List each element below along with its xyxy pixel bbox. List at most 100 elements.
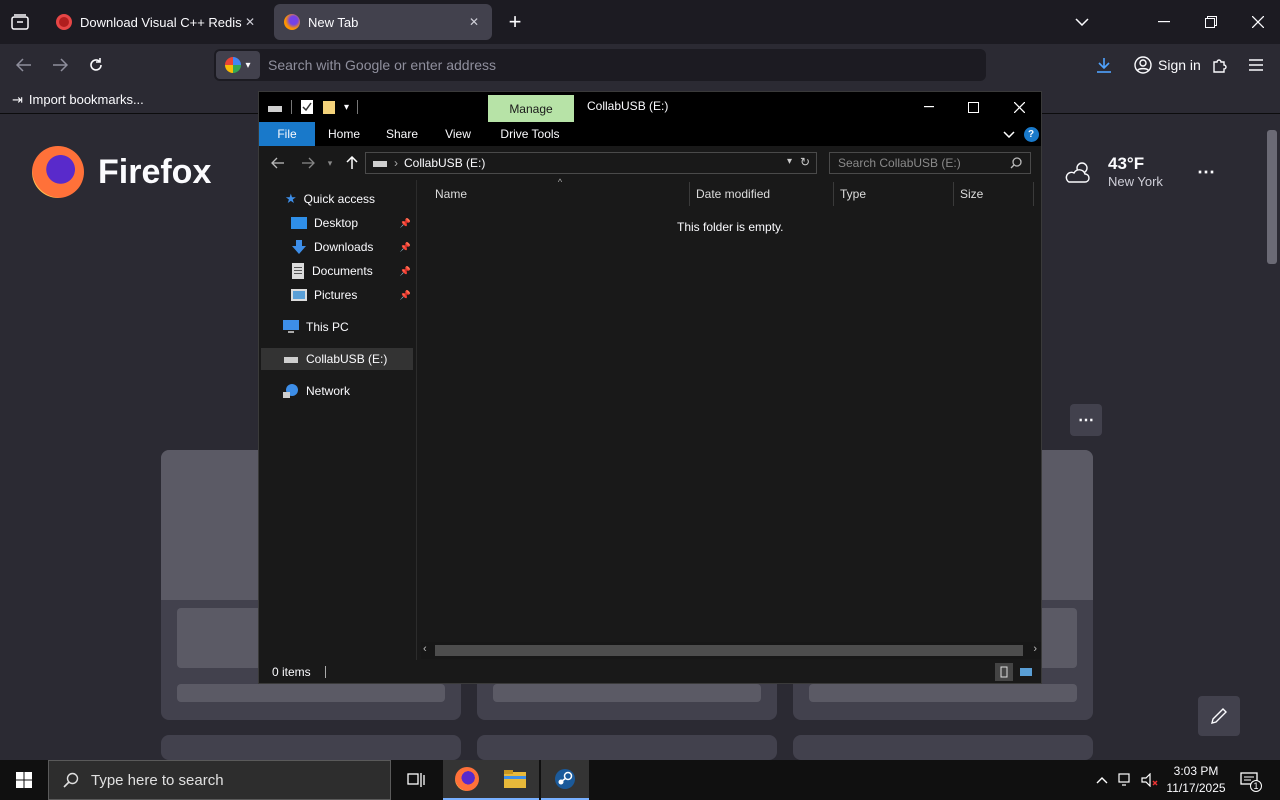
ribbon-tab-home[interactable]: Home	[321, 122, 367, 146]
search-engine-selector[interactable]: ▾	[216, 51, 260, 79]
manage-context-tab[interactable]: Manage	[488, 95, 574, 122]
explorer-search-input[interactable]: Search CollabUSB (E:)	[829, 152, 1031, 174]
taskbar-file-explorer[interactable]	[491, 760, 539, 800]
explorer-maximize-button[interactable]	[959, 96, 987, 118]
back-button[interactable]	[12, 53, 36, 77]
ribbon-tab-view[interactable]: View	[437, 122, 479, 146]
task-view-button[interactable]	[392, 760, 440, 800]
ribbon-tab-drive-tools[interactable]: Drive Tools	[491, 122, 569, 146]
scroll-right-icon[interactable]: ›	[1033, 643, 1037, 655]
clock-time: 3:03 PM	[1173, 764, 1219, 778]
taskbar-steam[interactable]	[541, 760, 589, 800]
customize-button[interactable]	[1198, 696, 1240, 736]
weather-widget[interactable]: 43°F New York	[1064, 154, 1163, 189]
download-folder-icon	[292, 240, 306, 254]
column-header-size[interactable]: Size	[960, 184, 983, 204]
search-icon	[63, 772, 79, 788]
taskbar-firefox[interactable]	[443, 760, 491, 800]
column-header-date-modified[interactable]: Date modified	[696, 184, 770, 204]
taskbar-search-box[interactable]: Type here to search	[48, 760, 391, 800]
horizontal-scrollbar[interactable]: ‹ ›	[421, 642, 1041, 659]
clock[interactable]: 3:03 PM 11/17/2025	[1160, 763, 1232, 797]
address-dropdown-icon[interactable]: ▾	[787, 156, 792, 167]
recent-locations-button[interactable]: ▾	[323, 154, 337, 172]
expand-ribbon-button[interactable]	[1001, 126, 1017, 142]
story-card[interactable]	[161, 735, 461, 760]
close-window-button[interactable]	[1244, 10, 1272, 34]
story-card[interactable]	[793, 735, 1093, 760]
forward-button[interactable]	[48, 53, 72, 77]
weather-menu-button[interactable]: ⋯	[1194, 160, 1218, 184]
pin-icon[interactable]: 📌	[400, 218, 411, 229]
sign-in-button[interactable]: Sign in	[1126, 49, 1209, 81]
large-icons-view-button[interactable]	[1017, 663, 1035, 681]
tab-list-button[interactable]	[8, 10, 32, 34]
explorer-close-button[interactable]	[1005, 96, 1033, 118]
help-button[interactable]: ?	[1023, 126, 1039, 142]
column-header-type[interactable]: Type	[840, 184, 866, 204]
stories-menu-button[interactable]: ⋯	[1070, 404, 1102, 436]
start-button[interactable]	[0, 760, 48, 800]
column-divider[interactable]	[1033, 182, 1034, 206]
nav-desktop[interactable]: Desktop 📌	[291, 212, 415, 234]
column-divider[interactable]	[953, 182, 954, 206]
properties-icon[interactable]	[300, 99, 314, 115]
column-divider[interactable]	[833, 182, 834, 206]
tab-close-icon[interactable]: ✕	[242, 15, 258, 29]
nav-this-pc[interactable]: This PC	[283, 316, 413, 338]
address-toolbar: ▾ › CollabUSB (E:) ▾ ↻ Search CollabUSB …	[259, 146, 1041, 180]
details-view-button[interactable]	[995, 663, 1013, 681]
explorer-minimize-button[interactable]	[915, 96, 943, 118]
pin-icon[interactable]: 📌	[400, 242, 411, 253]
tab-visual-cpp[interactable]: Download Visual C++ Redistrib ✕	[46, 4, 268, 40]
customize-toolbar-icon[interactable]: ▾	[344, 102, 349, 113]
documents-folder-icon	[292, 263, 304, 279]
tab-new-tab[interactable]: New Tab ✕	[274, 4, 492, 40]
up-button[interactable]	[343, 154, 361, 172]
nav-collabusb-drive[interactable]: CollabUSB (E:)	[261, 348, 413, 370]
import-bookmarks-button[interactable]: Import bookmarks...	[29, 92, 144, 107]
app-menu-button[interactable]	[1244, 53, 1268, 77]
network-status-button[interactable]	[1116, 768, 1136, 792]
page-scrollbar[interactable]	[1264, 114, 1280, 760]
pin-icon[interactable]: 📌	[400, 266, 411, 277]
action-center-button[interactable]: 1	[1236, 768, 1262, 792]
volume-button[interactable]	[1140, 768, 1160, 792]
story-card[interactable]	[477, 735, 777, 760]
tab-close-icon[interactable]: ✕	[466, 15, 482, 29]
list-all-tabs-button[interactable]	[1070, 10, 1094, 34]
nav-quick-access[interactable]: ★ Quick access	[285, 188, 413, 210]
nav-pictures[interactable]: Pictures 📌	[291, 284, 415, 306]
scrollbar-thumb[interactable]	[435, 645, 1023, 656]
explorer-forward-button[interactable]	[299, 154, 317, 172]
file-explorer-window[interactable]: ▾ Manage CollabUSB (E:) File Home Share …	[258, 91, 1042, 684]
nav-documents[interactable]: Documents 📌	[291, 260, 415, 282]
extensions-button[interactable]	[1208, 53, 1232, 77]
reload-button[interactable]	[84, 53, 108, 77]
refresh-icon[interactable]: ↻	[800, 155, 810, 169]
restore-button[interactable]	[1197, 10, 1225, 34]
file-list[interactable]: ^ Name Date modified Type Size This fold…	[419, 177, 1041, 642]
scrollbar-thumb[interactable]	[1267, 130, 1277, 264]
nav-downloads[interactable]: Downloads 📌	[291, 236, 415, 258]
new-tab-button[interactable]: +	[504, 9, 526, 34]
show-hidden-icons-button[interactable]	[1092, 768, 1112, 792]
new-folder-icon[interactable]	[322, 99, 336, 115]
explorer-back-button[interactable]	[269, 154, 287, 172]
ribbon-tab-share[interactable]: Share	[379, 122, 425, 146]
column-divider[interactable]	[689, 182, 690, 206]
address-bar[interactable]: › CollabUSB (E:) ▾ ↻	[365, 152, 817, 174]
column-header-name[interactable]: Name	[435, 184, 467, 204]
downloads-button[interactable]	[1092, 53, 1116, 77]
navigation-toolbar: ▾ Search with Google or enter address Si…	[0, 44, 1280, 86]
star-icon: ★	[285, 191, 297, 206]
explorer-title-bar[interactable]: ▾ Manage CollabUSB (E:)	[259, 92, 1041, 122]
minimize-button[interactable]	[1150, 10, 1178, 34]
breadcrumb-drive[interactable]: CollabUSB (E:)	[404, 156, 485, 170]
scroll-left-icon[interactable]: ‹	[423, 643, 427, 655]
pin-icon[interactable]: 📌	[400, 290, 411, 301]
url-bar[interactable]: ▾ Search with Google or enter address	[214, 49, 986, 81]
ribbon-tab-file[interactable]: File	[259, 122, 315, 146]
nav-network[interactable]: Network	[283, 380, 413, 402]
close-icon	[1252, 16, 1264, 28]
